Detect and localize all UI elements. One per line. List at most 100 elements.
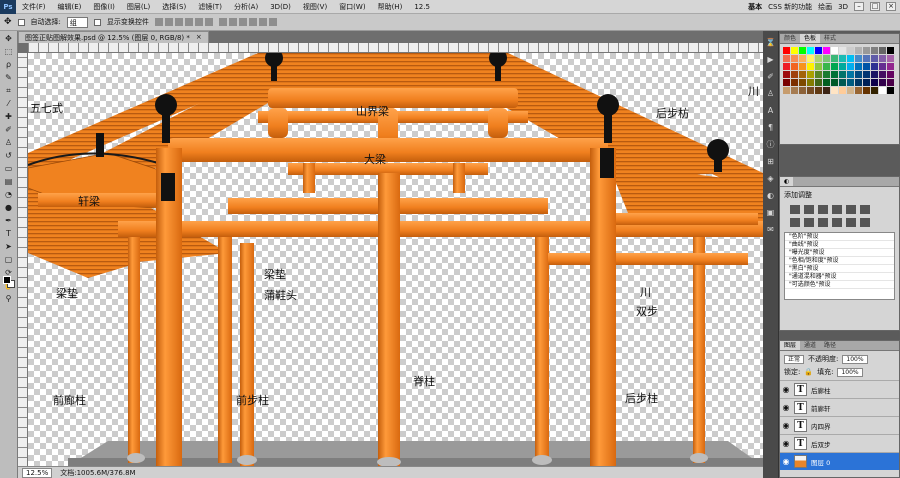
color-swatch[interactable] — [807, 47, 814, 54]
blur-tool[interactable]: ◔ — [2, 189, 16, 200]
color-swatch[interactable] — [783, 63, 790, 70]
zoom-field[interactable]: 12.5% — [22, 467, 53, 478]
color-swatch[interactable] — [815, 71, 822, 78]
layer-row[interactable]: ◉ T 前廊轩 — [780, 398, 899, 416]
color-swatch[interactable] — [815, 79, 822, 86]
color-swatch[interactable] — [871, 47, 878, 54]
color-swatch[interactable] — [855, 71, 862, 78]
type-tool[interactable]: T — [2, 228, 16, 239]
color-swatch[interactable] — [863, 47, 870, 54]
distribute-vcenter-icon[interactable] — [228, 18, 237, 26]
tab-adjustments[interactable]: ◐ — [780, 177, 794, 186]
info-icon[interactable]: ⓘ — [765, 139, 777, 150]
curves-icon[interactable] — [818, 205, 828, 214]
threshold-icon[interactable] — [860, 218, 870, 227]
color-swatch[interactable] — [863, 87, 870, 94]
preset-item[interactable]: "色阶"预设 — [785, 233, 894, 241]
paragraph-icon[interactable]: ¶ — [765, 122, 777, 133]
color-swatch[interactable] — [887, 63, 894, 70]
color-swatch[interactable] — [831, 47, 838, 54]
color-swatch[interactable] — [807, 87, 814, 94]
preset-item[interactable]: "曲线"预设 — [785, 241, 894, 249]
menu-view[interactable]: 视图(V) — [297, 2, 333, 12]
blend-mode-dropdown[interactable]: 正常 — [784, 354, 805, 364]
color-swatch[interactable] — [783, 55, 790, 62]
color-swatch[interactable] — [871, 87, 878, 94]
hue-saturation-icon[interactable] — [860, 205, 870, 214]
color-swatch[interactable] — [863, 71, 870, 78]
color-swatch[interactable] — [783, 47, 790, 54]
color-swatch[interactable] — [791, 71, 798, 78]
color-swatch[interactable] — [783, 71, 790, 78]
color-swatch[interactable] — [847, 87, 854, 94]
visibility-eye-icon[interactable]: ◉ — [780, 457, 792, 466]
color-swatch[interactable] — [799, 63, 806, 70]
move-tool[interactable]: ✥ — [2, 33, 16, 44]
color-swatch[interactable] — [831, 55, 838, 62]
color-swatch[interactable] — [831, 71, 838, 78]
brightness-icon[interactable] — [790, 205, 800, 214]
color-swatch[interactable] — [871, 71, 878, 78]
tab-layers[interactable]: 图层 — [780, 341, 801, 350]
workspace-3d[interactable]: 3D — [838, 3, 848, 11]
color-swatch[interactable] — [847, 71, 854, 78]
path-select-tool[interactable]: ➤ — [2, 241, 16, 252]
color-swatch[interactable] — [855, 63, 862, 70]
menu-filter[interactable]: 滤镜(T) — [192, 2, 228, 12]
color-swatch[interactable] — [815, 87, 822, 94]
color-swatch[interactable] — [887, 55, 894, 62]
move-tool-icon[interactable]: ✥ — [4, 17, 12, 27]
color-swatch[interactable] — [855, 79, 862, 86]
color-swatch[interactable] — [879, 87, 886, 94]
tab-color[interactable]: 颜色 — [780, 34, 800, 43]
zoom-level-menu[interactable]: 12.5 — [408, 3, 436, 11]
menu-analysis[interactable]: 分析(A) — [228, 2, 264, 12]
menu-3d[interactable]: 3D(D) — [264, 3, 297, 11]
color-swatch[interactable] — [839, 55, 846, 62]
menu-edit[interactable]: 编辑(E) — [52, 2, 88, 12]
color-swatch[interactable] — [807, 79, 814, 86]
auto-select-dropdown[interactable]: 组 — [66, 16, 88, 28]
align-hcenter-icon[interactable] — [194, 18, 203, 26]
color-swatch[interactable] — [791, 47, 798, 54]
color-swatch[interactable] — [831, 79, 838, 86]
layer-comps-icon[interactable]: ▣ — [765, 207, 777, 218]
workspace-css[interactable]: CSS 新的功能 — [768, 2, 812, 12]
history-brush-tool[interactable]: ↺ — [2, 150, 16, 161]
color-swatch[interactable] — [839, 87, 846, 94]
color-swatch[interactable] — [855, 55, 862, 62]
levels-icon[interactable] — [804, 205, 814, 214]
menu-layer[interactable]: 图层(L) — [121, 2, 156, 12]
color-swatch[interactable] — [879, 55, 886, 62]
workspace-painting[interactable]: 绘画 — [818, 2, 832, 12]
eraser-tool[interactable]: ▭ — [2, 163, 16, 174]
menu-window[interactable]: 窗口(W) — [333, 2, 371, 12]
color-swatch[interactable] — [791, 63, 798, 70]
auto-select-checkbox[interactable] — [17, 18, 25, 26]
maximize-icon[interactable]: □ — [870, 2, 880, 11]
healing-tool[interactable]: ✚ — [2, 111, 16, 122]
color-swatch[interactable] — [823, 55, 830, 62]
lock-icon[interactable]: 🔒 — [804, 368, 813, 376]
color-swatch[interactable] — [887, 79, 894, 86]
color-swatch[interactable] — [831, 63, 838, 70]
color-swatch[interactable] — [823, 63, 830, 70]
color-swatch[interactable] — [847, 79, 854, 86]
visibility-eye-icon[interactable]: ◉ — [780, 385, 792, 394]
stamp-tool[interactable]: ♙ — [2, 137, 16, 148]
tab-styles[interactable]: 样式 — [820, 34, 840, 43]
color-swatch[interactable] — [823, 79, 830, 86]
color-swatch[interactable] — [887, 47, 894, 54]
color-swatch[interactable] — [815, 63, 822, 70]
eyedropper-tool[interactable]: ⁄ — [2, 98, 16, 109]
color-swatch[interactable] — [863, 79, 870, 86]
horizontal-ruler[interactable] — [28, 43, 763, 53]
color-swatch[interactable] — [871, 63, 878, 70]
actions-icon[interactable]: ▶ — [765, 54, 777, 65]
foreground-color-swatch[interactable] — [3, 276, 11, 284]
show-transform-checkbox[interactable] — [93, 18, 101, 26]
color-swatch[interactable] — [879, 63, 886, 70]
color-swatch[interactable] — [823, 71, 830, 78]
workspace-essentials[interactable]: 基本 — [748, 2, 762, 12]
document-tab[interactable]: 图签正贴图解效果.psd @ 12.5% (图层 0, RGB/8) * × — [18, 31, 209, 43]
